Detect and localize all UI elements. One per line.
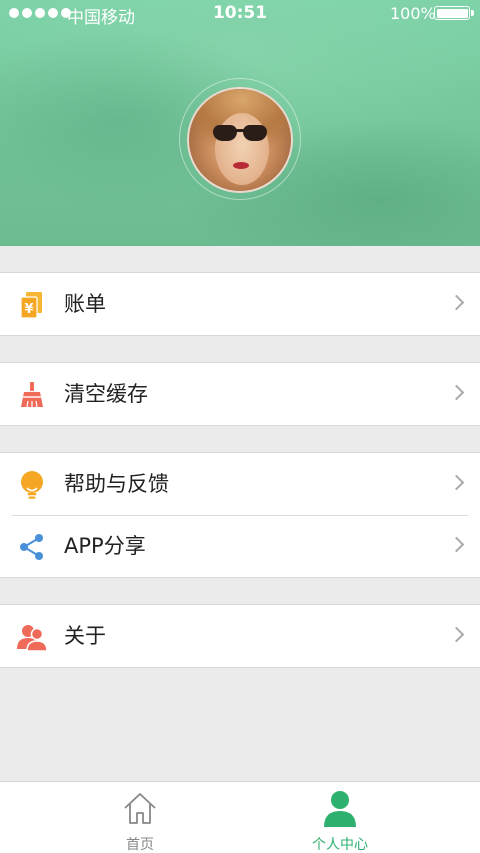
tab-profile[interactable]: 个人中心: [220, 782, 460, 853]
menu-group-about: 关于: [0, 604, 480, 668]
menu-item-label: APP分享: [64, 534, 146, 558]
menu-item-label: 帮助与反馈: [64, 472, 169, 496]
bottom-tab-bar: 首页 个人中心: [0, 781, 480, 853]
menu-item-label: 账单: [64, 292, 106, 316]
tab-profile-label: 个人中心: [312, 837, 368, 853]
chevron-right-icon: [448, 474, 465, 491]
profile-header: 中国移动 10:51 100%: [0, 0, 480, 246]
people-icon: [17, 625, 48, 652]
lightbulb-icon: [21, 471, 43, 499]
menu-item-label: 清空缓存: [64, 382, 148, 406]
avatar[interactable]: [187, 87, 293, 193]
menu-item-bill[interactable]: ¥ 账单: [0, 273, 480, 335]
menu-item-about[interactable]: 关于: [0, 605, 480, 667]
chevron-right-icon: [448, 626, 465, 643]
menu-group-bill: ¥ 账单: [0, 272, 480, 336]
chevron-right-icon: [448, 384, 465, 401]
chevron-right-icon: [448, 536, 465, 553]
battery-icon: [434, 6, 474, 20]
menu-item-label: 关于: [64, 624, 106, 648]
menu-group-cache: 清空缓存: [0, 362, 480, 426]
home-icon: [124, 793, 156, 824]
svg-text:¥: ¥: [24, 302, 33, 317]
share-icon: [20, 534, 43, 560]
menu-group-support: 帮助与反馈 APP分享: [0, 452, 480, 578]
status-bar: 中国移动 10:51 100%: [0, 0, 480, 28]
menu-item-app-share[interactable]: APP分享: [0, 515, 480, 577]
menu-item-help-feedback[interactable]: 帮助与反馈: [0, 453, 480, 515]
battery-percent: 100%: [390, 4, 436, 23]
chevron-right-icon: [448, 294, 465, 311]
person-icon: [324, 791, 356, 827]
menu-item-clear-cache[interactable]: 清空缓存: [0, 363, 480, 425]
broom-icon: [21, 382, 43, 408]
bill-yen-icon: ¥: [20, 292, 42, 319]
